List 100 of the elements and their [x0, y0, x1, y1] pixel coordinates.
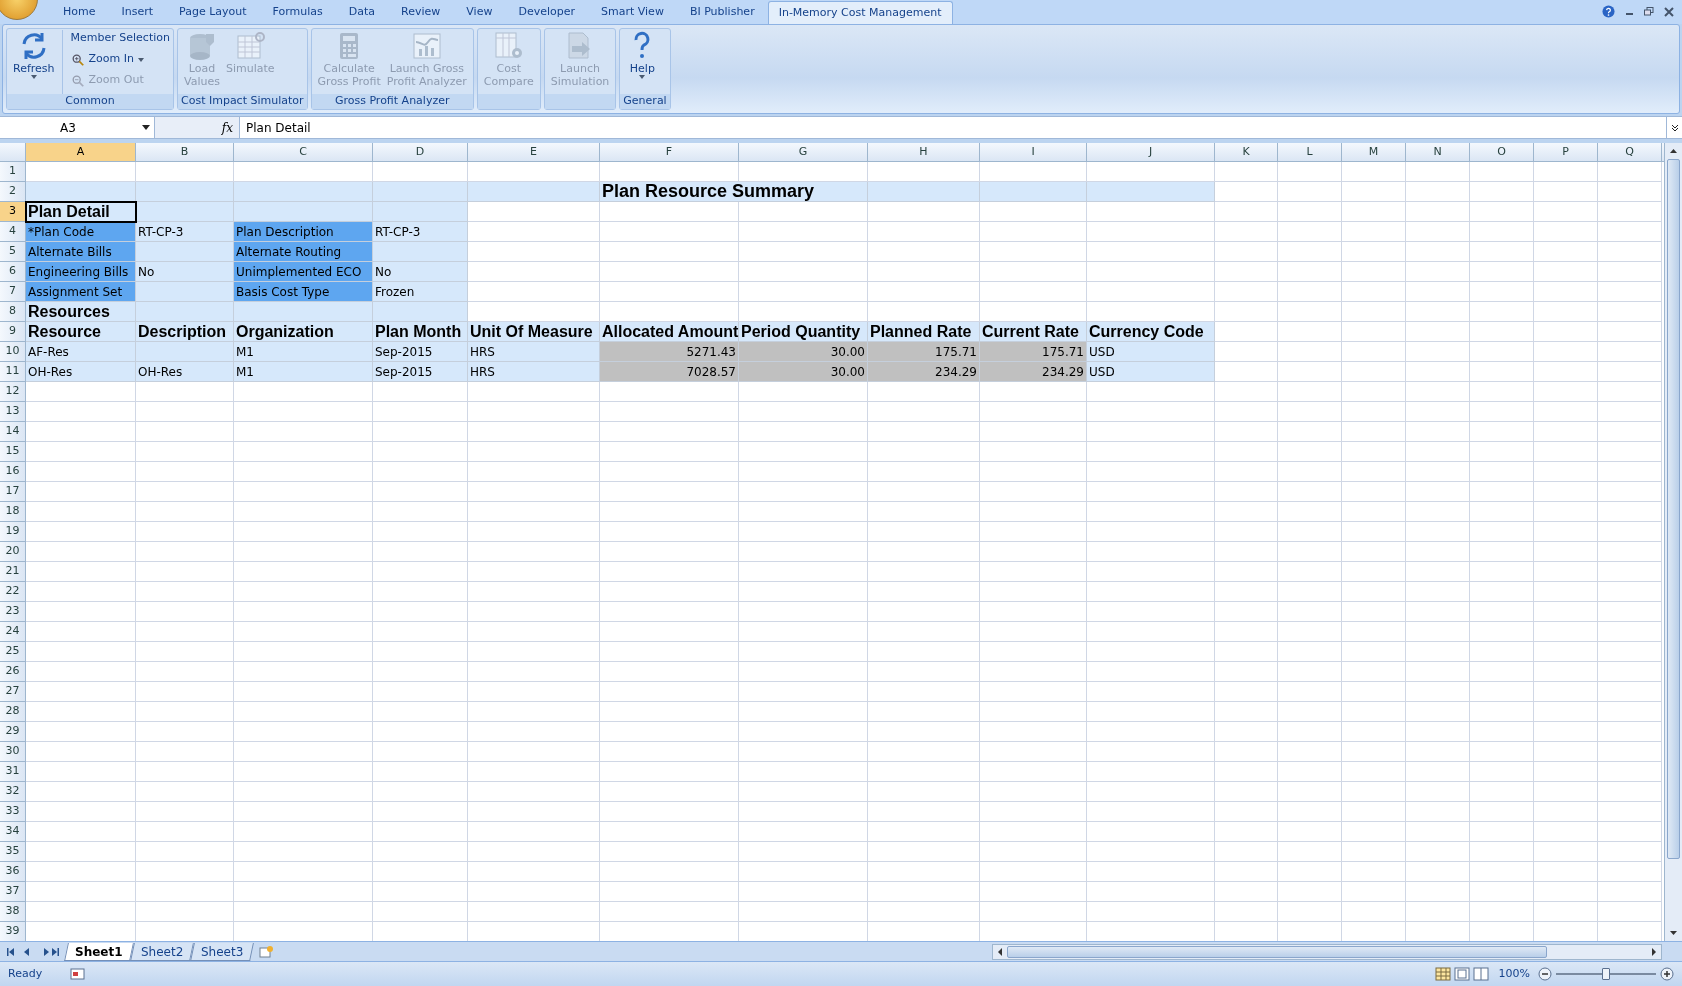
- column-header[interactable]: M: [1342, 143, 1406, 161]
- ribbon-tab[interactable]: In-Memory Cost Management: [767, 1, 953, 24]
- page-layout-view-icon[interactable]: [1453, 967, 1470, 981]
- ribbon-tab[interactable]: Review: [388, 1, 454, 24]
- row-header[interactable]: 17: [0, 482, 26, 502]
- zoom-in-icon[interactable]: [1660, 967, 1674, 981]
- row-header[interactable]: 35: [0, 842, 26, 862]
- table-cell: Current Rate: [980, 322, 1087, 342]
- help-icon[interactable]: [1602, 5, 1615, 18]
- row-header[interactable]: 19: [0, 522, 26, 542]
- row-header[interactable]: 12: [0, 382, 26, 402]
- row-header[interactable]: 30: [0, 742, 26, 762]
- row-header[interactable]: 27: [0, 682, 26, 702]
- sheet-tab[interactable]: Sheet3: [190, 942, 255, 961]
- ribbon-button[interactable]: Help: [623, 30, 662, 94]
- column-header[interactable]: A: [26, 143, 136, 161]
- row-header[interactable]: 6: [0, 262, 26, 282]
- row-header[interactable]: 11: [0, 362, 26, 382]
- row-header[interactable]: 16: [0, 462, 26, 482]
- row-header[interactable]: 33: [0, 802, 26, 822]
- column-header[interactable]: N: [1406, 143, 1470, 161]
- vertical-scrollbar[interactable]: [1664, 143, 1682, 941]
- row-header[interactable]: 31: [0, 762, 26, 782]
- column-header[interactable]: D: [373, 143, 468, 161]
- page-break-view-icon[interactable]: [1472, 967, 1489, 981]
- row-header[interactable]: 1: [0, 162, 26, 182]
- column-header[interactable]: I: [980, 143, 1087, 161]
- ribbon-tab[interactable]: View: [453, 1, 506, 24]
- column-header[interactable]: J: [1087, 143, 1215, 161]
- row-header[interactable]: 34: [0, 822, 26, 842]
- column-header[interactable]: F: [600, 143, 739, 161]
- table-cell: OH-Res: [136, 362, 234, 382]
- column-header[interactable]: O: [1470, 143, 1534, 161]
- table-cell: M1: [234, 342, 373, 362]
- macro-record-icon[interactable]: [70, 967, 87, 981]
- row-header[interactable]: 26: [0, 662, 26, 682]
- column-header[interactable]: H: [868, 143, 980, 161]
- row-header[interactable]: 14: [0, 422, 26, 442]
- ribbon-button[interactable]: Refresh: [10, 30, 58, 94]
- sheet-navigation-icon[interactable]: [6, 946, 60, 957]
- row-header[interactable]: 7: [0, 282, 26, 302]
- zoom-slider-thumb[interactable]: [1602, 968, 1610, 980]
- row-header[interactable]: 9: [0, 322, 26, 342]
- row-header[interactable]: 13: [0, 402, 26, 422]
- function-button[interactable]: fx: [221, 118, 233, 137]
- row-header[interactable]: 22: [0, 582, 26, 602]
- row-header[interactable]: 4: [0, 222, 26, 242]
- ribbon-tab[interactable]: Page Layout: [166, 1, 260, 24]
- row-header[interactable]: 29: [0, 722, 26, 742]
- status-text: Ready: [7, 965, 44, 982]
- ribbon-tab[interactable]: Formulas: [259, 1, 336, 24]
- table-cell: RT-CP-3: [136, 222, 234, 242]
- row-header[interactable]: 32: [0, 782, 26, 802]
- ribbon-tab[interactable]: Insert: [108, 1, 167, 24]
- ribbon-tab[interactable]: Home: [50, 1, 109, 24]
- zoom-out-icon[interactable]: [1538, 967, 1552, 981]
- column-header[interactable]: P: [1534, 143, 1598, 161]
- row-header[interactable]: 23: [0, 602, 26, 622]
- normal-view-icon[interactable]: [1434, 967, 1451, 981]
- row-header[interactable]: 28: [0, 702, 26, 722]
- row-header[interactable]: 20: [0, 542, 26, 562]
- row-header[interactable]: 24: [0, 622, 26, 642]
- ribbon-tab[interactable]: Developer: [505, 1, 588, 24]
- column-header[interactable]: Q: [1598, 143, 1662, 161]
- table-cell: Basis Cost Type: [234, 282, 373, 302]
- row-header[interactable]: 39: [0, 922, 26, 941]
- zoom-level[interactable]: 100%: [1498, 965, 1530, 983]
- column-header[interactable]: K: [1215, 143, 1278, 161]
- row-header[interactable]: 38: [0, 902, 26, 922]
- table-cell: 175.71: [980, 342, 1087, 362]
- ribbon-tab[interactable]: Data: [335, 1, 389, 24]
- column-header[interactable]: G: [739, 143, 868, 161]
- row-header[interactable]: 36: [0, 862, 26, 882]
- row-header[interactable]: 2: [0, 182, 26, 202]
- table-cell: Currency Code: [1087, 322, 1215, 342]
- column-header[interactable]: L: [1278, 143, 1342, 161]
- column-header[interactable]: E: [468, 143, 600, 161]
- sheet-tab[interactable]: Sheet2: [129, 942, 194, 961]
- row-header[interactable]: 3: [0, 202, 26, 222]
- row-header[interactable]: 37: [0, 882, 26, 902]
- restore-icon[interactable]: [1644, 7, 1654, 16]
- ribbon-button[interactable]: Member Selection: [70, 30, 170, 47]
- row-header[interactable]: 15: [0, 442, 26, 462]
- close-icon[interactable]: [1664, 6, 1674, 17]
- ribbon-tab[interactable]: BI Publisher: [676, 1, 768, 24]
- row-header[interactable]: 18: [0, 502, 26, 522]
- column-header[interactable]: B: [136, 143, 234, 161]
- caret-icon: [142, 125, 150, 130]
- column-header[interactable]: C: [234, 143, 373, 161]
- row-header[interactable]: 21: [0, 562, 26, 582]
- row-header[interactable]: 8: [0, 302, 26, 322]
- row-header[interactable]: 5: [0, 242, 26, 262]
- horizontal-scrollbar[interactable]: [992, 943, 1662, 960]
- ribbon-tab[interactable]: Smart View: [588, 1, 677, 24]
- row-header[interactable]: 25: [0, 642, 26, 662]
- formula-field[interactable]: Plan Detail: [240, 117, 1666, 138]
- row-header[interactable]: 10: [0, 342, 26, 362]
- ribbon-button[interactable]: Zoom In: [70, 51, 170, 68]
- sheet-tab[interactable]: Sheet1: [64, 942, 134, 961]
- group-title: General: [623, 93, 667, 110]
